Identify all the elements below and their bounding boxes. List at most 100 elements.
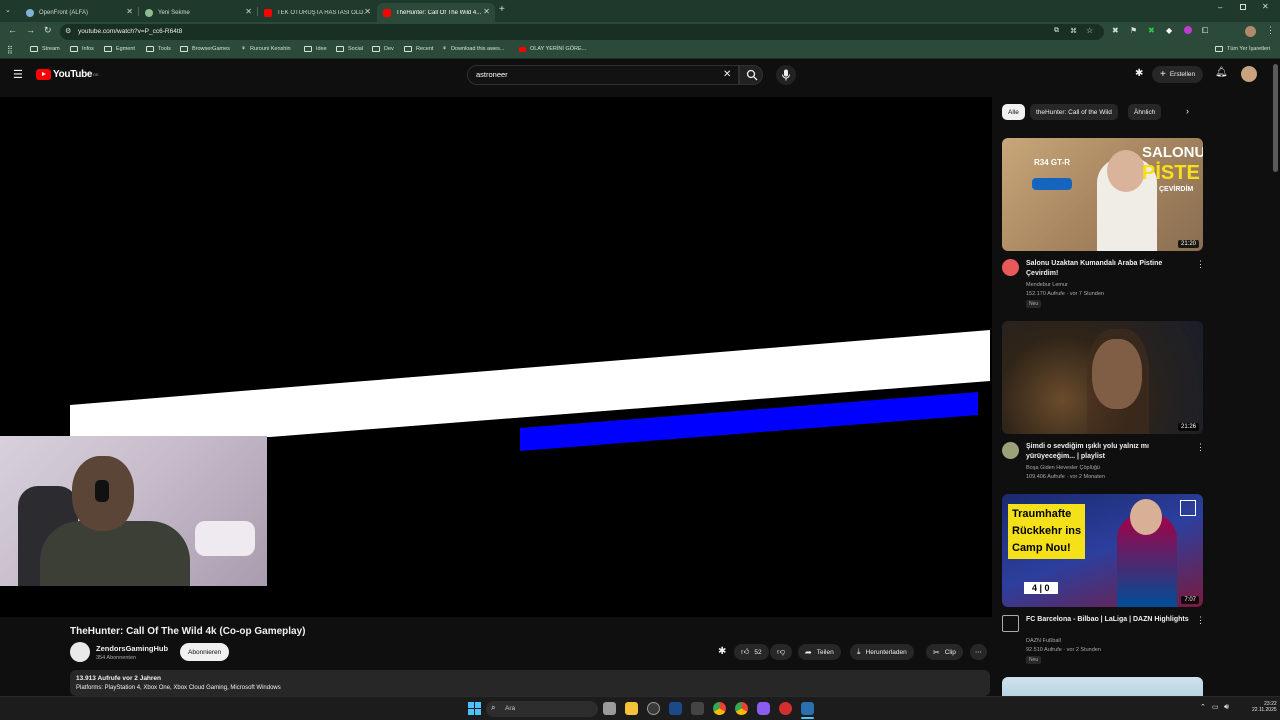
ai-ask-icon[interactable]: ✱ <box>718 646 726 657</box>
address-bar[interactable]: ⚙ youtube.com/watch?v=P_cc6-R64t8 ⧉ ⌘ ☆ <box>60 24 1104 40</box>
extensions-puzzle-icon[interactable]: ⧠ <box>1202 26 1208 36</box>
all-bookmarks[interactable]: Tüm Yer İşaretleri <box>1215 46 1270 52</box>
channel-name[interactable]: Boşa Giden Hevesler Çöplüğü <box>1026 465 1100 471</box>
share-button[interactable]: ➦ Teilen <box>798 644 841 660</box>
tab-youtube-video-active[interactable]: TheHunter: Call Of The Wild 4... ✕ <box>377 3 495 22</box>
bookmark-item[interactable]: Dev <box>372 46 394 52</box>
video-player[interactable] <box>0 97 992 617</box>
chip-thehunter[interactable]: theHunter: Call of the Wild <box>1030 104 1118 120</box>
chip-similar[interactable]: Ähnlich <box>1128 104 1162 120</box>
app-icon[interactable] <box>647 702 660 715</box>
bookmark-item[interactable]: Social <box>336 46 363 52</box>
channel-name[interactable]: DAZN Fußball <box>1026 638 1061 644</box>
create-button[interactable]: + Erstellen <box>1152 66 1204 83</box>
clear-search-icon[interactable]: ✕ <box>723 69 731 80</box>
profile-avatar[interactable] <box>1245 26 1256 37</box>
more-options-icon[interactable]: ⋮ <box>1196 442 1205 453</box>
more-actions-button[interactable]: ⋯ <box>970 644 987 660</box>
start-windows-icon[interactable] <box>468 702 481 715</box>
download-button[interactable]: ⤓ Herunterladen <box>850 644 914 660</box>
more-options-icon[interactable]: ⋮ <box>1196 615 1205 626</box>
extension-icon[interactable]: ✖ <box>1148 26 1155 35</box>
close-tab-icon[interactable]: ✕ <box>483 7 490 16</box>
close-tab-icon[interactable]: ✕ <box>245 7 252 16</box>
recommendation-item[interactable]: 21:26 Şimdi o sevdiğim ışıklı yolu yalnı… <box>1002 321 1205 489</box>
bookmark-item[interactable]: ⚘ Rurouni Kenshin <box>241 46 291 52</box>
chips-next-icon[interactable]: › <box>1186 106 1189 116</box>
tab-youtube-video-1[interactable]: TEK OTURUŞTA HASTASI OLD... ✕ <box>258 3 376 22</box>
notifications-bell-icon[interactable]: 🔔︎ <box>1215 67 1228 78</box>
page-scrollbar[interactable] <box>1273 64 1278 172</box>
youtube-logo[interactable]: YouTube DE <box>36 69 99 80</box>
channel-avatar[interactable] <box>70 642 90 662</box>
extension-icon[interactable]: ◆ <box>1166 26 1172 35</box>
close-tab-icon[interactable]: ✕ <box>364 7 371 16</box>
chrome-icon[interactable] <box>713 702 726 715</box>
close-window-icon[interactable]: ✕ <box>1262 2 1269 11</box>
bookmark-item[interactable]: OLAY YERİNİ GÖRE... <box>519 46 586 52</box>
video-title[interactable]: Şimdi o sevdiğim ışıklı yolu yalnız mı y… <box>1026 442 1191 462</box>
ai-sparkle-icon[interactable]: ✱ <box>1135 68 1143 79</box>
tab-openfront[interactable]: OpenFront (ALFA) ✕ <box>20 3 138 22</box>
taskbar-search-input[interactable]: ⌕ Ara <box>486 701 598 717</box>
task-view-icon[interactable] <box>603 702 616 715</box>
steam-icon[interactable] <box>669 702 682 715</box>
tab-list-dropdown-icon[interactable]: ⌄ <box>5 6 11 14</box>
dislike-button[interactable]: 👎︎ <box>770 644 793 660</box>
description-box[interactable]: 13.913 Aufrufe vor 2 Jahren Platforms: P… <box>70 670 990 696</box>
steam-active-icon[interactable] <box>801 702 814 715</box>
volume-icon[interactable]: 🔊︎ <box>1224 702 1229 712</box>
app-icon[interactable] <box>691 702 704 715</box>
bookmark-item[interactable]: Idee <box>304 46 327 52</box>
clip-button[interactable]: ✂ Clip <box>926 644 963 660</box>
video-thumbnail[interactable]: R34 GT-R SALONU PİSTE ÇEVİRDİM 21:20 <box>1002 138 1203 251</box>
apps-grid-icon[interactable]: ⣿ <box>7 45 13 54</box>
install-app-icon[interactable]: ⧉ <box>1054 27 1059 35</box>
video-title[interactable]: FC Barcelona - Bilbao | LaLiga | DAZN Hi… <box>1026 615 1191 625</box>
video-thumbnail[interactable] <box>1002 677 1203 696</box>
extension-icon[interactable]: ✖ <box>1112 26 1119 35</box>
tray-overflow-icon[interactable]: ⌃ <box>1200 703 1206 711</box>
clock[interactable]: 23:22 22.11.2025 <box>1252 701 1277 713</box>
back-icon[interactable]: ← <box>8 25 17 35</box>
bookmark-item[interactable]: Egment <box>104 46 135 52</box>
more-options-icon[interactable]: ⋮ <box>1196 259 1205 270</box>
maximize-window-icon[interactable] <box>1240 4 1246 10</box>
translate-icon[interactable]: ⌘ <box>1070 27 1077 35</box>
search-button[interactable] <box>739 65 763 85</box>
file-explorer-icon[interactable] <box>625 702 638 715</box>
search-input[interactable]: astroneer ✕ <box>467 65 739 85</box>
video-thumbnail[interactable]: 21:26 <box>1002 321 1203 434</box>
minimize-window-icon[interactable]: – <box>1218 3 1222 12</box>
discord-icon[interactable] <box>757 702 770 715</box>
hamburger-menu-icon[interactable]: ☰ <box>13 68 23 81</box>
subscribe-button[interactable]: Abonnieren <box>180 643 230 661</box>
tab-new-tab[interactable]: Yeni Sekme ✕ <box>139 3 257 22</box>
chrome-profile-icon[interactable] <box>735 702 748 715</box>
extension-icon[interactable]: ⚑ <box>1130 26 1137 35</box>
bookmark-star-icon[interactable]: ☆ <box>1086 26 1093 35</box>
reload-icon[interactable]: ↻ <box>44 25 52 36</box>
voice-search-button[interactable] <box>776 65 796 85</box>
bookmark-item[interactable]: ⚘ Download this awes... <box>442 46 504 52</box>
recommendation-item[interactable]: Traumhafte Rückkehr ins Camp Nou! 4 | 0 … <box>1002 494 1205 669</box>
bookmark-item[interactable]: Stream <box>30 46 60 52</box>
bookmark-item[interactable]: BrowserGames <box>180 46 230 52</box>
video-title[interactable]: Salonu Uzaktan Kumandalı Araba Pistine Ç… <box>1026 259 1191 279</box>
site-info-icon[interactable]: ⚙ <box>65 27 71 35</box>
recommendation-item[interactable]: R34 GT-R SALONU PİSTE ÇEVİRDİM 21:20 Sal… <box>1002 138 1205 313</box>
channel-avatar[interactable] <box>1002 259 1019 276</box>
bookmark-item[interactable]: Tools <box>146 46 171 52</box>
chip-all[interactable]: Alle <box>1002 104 1025 120</box>
forward-icon[interactable]: → <box>26 25 35 35</box>
browser-menu-icon[interactable]: ⋮ <box>1266 25 1275 36</box>
video-thumbnail[interactable]: Traumhafte Rückkehr ins Camp Nou! 4 | 0 … <box>1002 494 1203 607</box>
channel-avatar[interactable] <box>1002 615 1019 632</box>
bookmark-item[interactable]: Recent <box>404 46 433 52</box>
network-icon[interactable]: ▭ <box>1212 703 1219 711</box>
close-tab-icon[interactable]: ✕ <box>126 7 133 16</box>
channel-name[interactable]: ZendorsGamingHub <box>96 644 168 653</box>
like-button[interactable]: 👍︎ 52 <box>734 644 769 660</box>
channel-avatar[interactable] <box>1002 442 1019 459</box>
new-tab-button[interactable]: + <box>499 4 505 15</box>
